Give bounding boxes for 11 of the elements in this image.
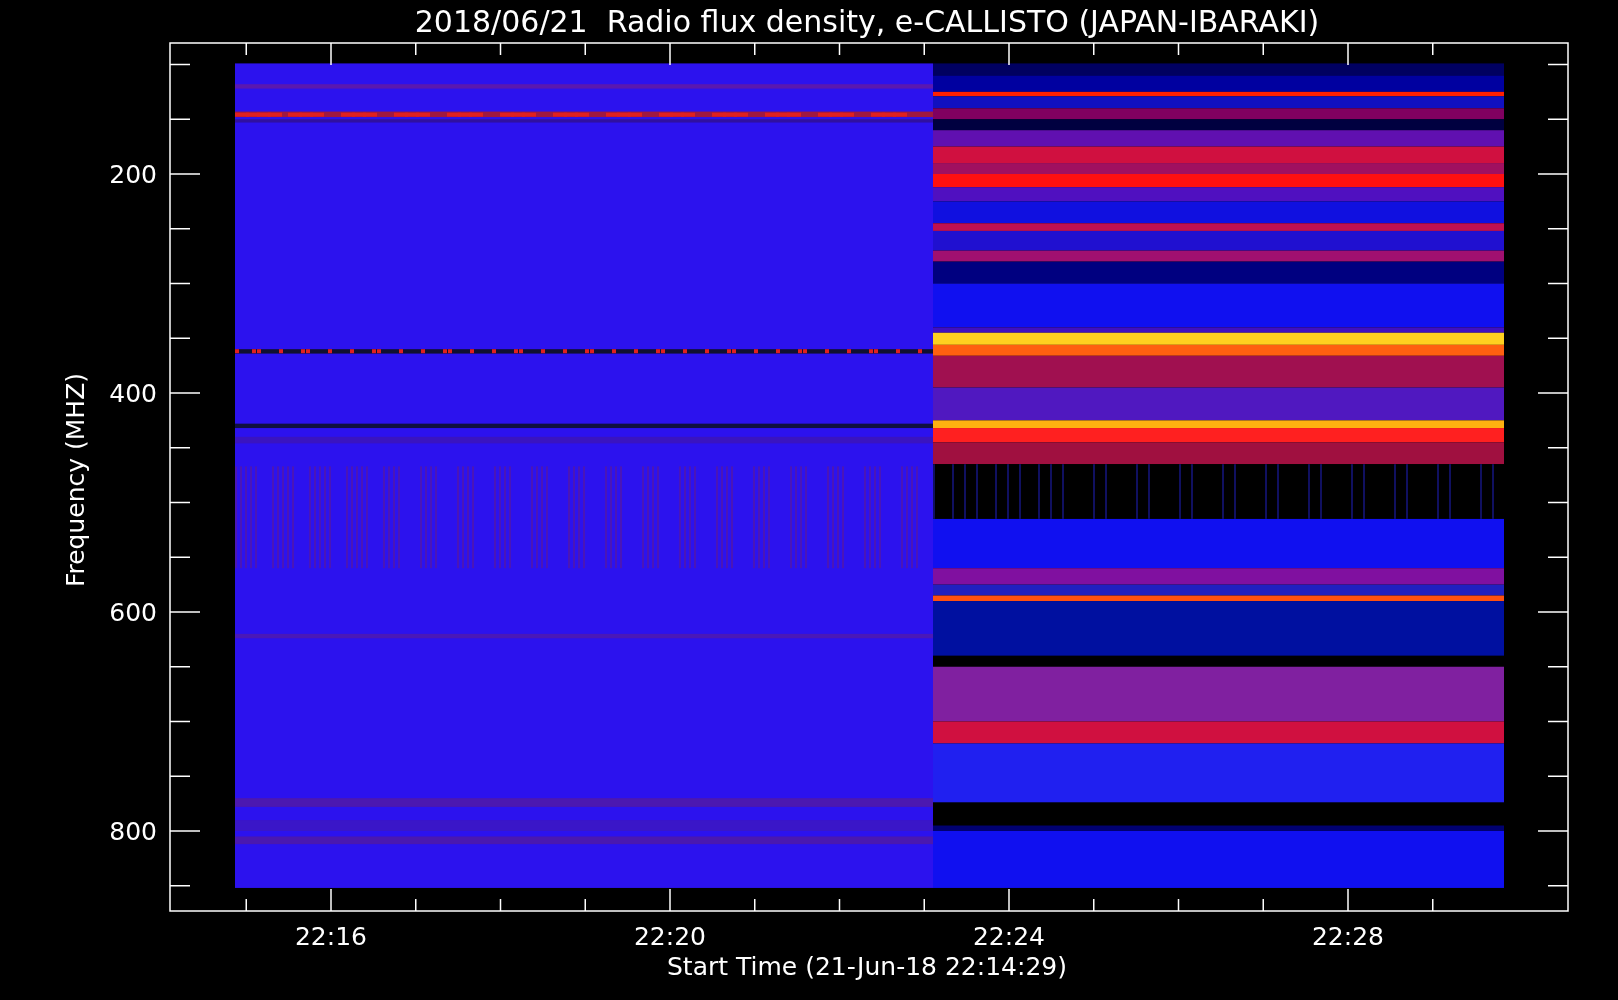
y-axis-label: Frequency (MHZ) [61, 372, 90, 588]
y-tick-label: 200 [109, 160, 157, 189]
x-tick-label: 22:20 [634, 922, 706, 951]
x-tick-label: 22:16 [295, 922, 367, 951]
x-tick-label: 22:24 [973, 922, 1045, 951]
y-tick-label: 800 [109, 817, 157, 846]
y-tick-label: 400 [109, 379, 157, 408]
y-tick-label: 600 [109, 598, 157, 627]
x-axis-label: Start Time (21-Jun-18 22:14:29) [667, 952, 1067, 981]
x-tick-label: 22:28 [1312, 922, 1384, 951]
plot-title: 2018/06/21 Radio flux density, e-CALLISTO (JAPAN-IBARAKI) [414, 4, 1320, 39]
